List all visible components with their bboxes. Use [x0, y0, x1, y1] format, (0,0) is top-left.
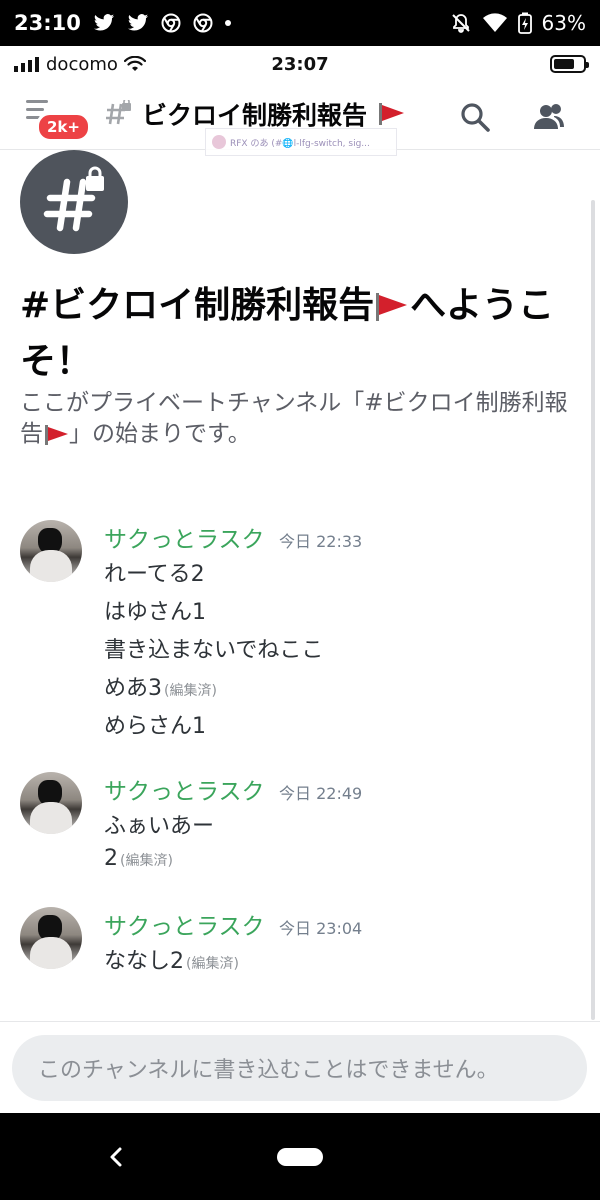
- channel-title[interactable]: ビクロイ制勝利報告: [104, 96, 405, 132]
- mute-bell-icon: [451, 14, 470, 33]
- ios-status-bar: docomo 23:07: [0, 46, 600, 82]
- wifi-icon: [482, 13, 507, 32]
- avatar[interactable]: [20, 772, 82, 834]
- message-group: サクっとラスク 今日 23:04 ななし2 (編集済): [0, 907, 600, 977]
- back-icon[interactable]: [104, 1145, 128, 1169]
- avatar[interactable]: [20, 907, 82, 969]
- edited-label: (編集済): [120, 853, 173, 869]
- author-name[interactable]: サクっとラスク: [104, 772, 265, 806]
- message-line[interactable]: めあ3 (編集済): [104, 670, 217, 702]
- wifi-icon: [123, 56, 146, 71]
- android-time: 23:10: [14, 11, 81, 35]
- message-text: ななし2: [104, 949, 184, 974]
- hash-lock-icon: [106, 100, 131, 125]
- welcome-title: #ビクロイ制勝利報告 へようこそ！: [20, 278, 580, 390]
- author-name[interactable]: サクっとラスク: [104, 907, 265, 941]
- twitter-icon: [127, 14, 148, 31]
- flag-icon: [374, 293, 410, 321]
- message-line[interactable]: はゆさん1: [104, 594, 206, 626]
- carrier-name: docomo: [46, 53, 118, 75]
- message-text: めあ3: [104, 676, 162, 701]
- twitter-icon: [93, 14, 114, 31]
- notification-dot-icon: [224, 20, 231, 26]
- chrome-icon: [161, 13, 181, 33]
- scrollbar[interactable]: [591, 200, 595, 1020]
- home-button[interactable]: [277, 1148, 323, 1166]
- message-line[interactable]: ななし2 (編集済): [104, 943, 239, 975]
- message-text: はゆさん1: [104, 600, 206, 625]
- overlay-avatar: [212, 135, 226, 149]
- message-line[interactable]: めらさん1: [104, 708, 206, 740]
- overlay-text: RFX のあ (#🌐l-lfg-switch, sig...: [230, 138, 370, 149]
- edited-label: (編集済): [164, 683, 217, 699]
- flag-icon: [43, 424, 69, 445]
- battery-charging-icon: [517, 12, 532, 34]
- members-icon[interactable]: [532, 100, 566, 134]
- welcome-title-a: #ビクロイ制勝利報告: [20, 285, 375, 326]
- message-group: サクっとラスク 今日 22:33 れーてる2 はゆさん1 書き込まないでねここ …: [0, 520, 600, 740]
- avatar[interactable]: [20, 520, 82, 582]
- channel-hash-lock-icon: [20, 150, 128, 254]
- signal-icon: [14, 57, 39, 72]
- welcome-subtitle: ここがプライベートチャンネル「#ビクロイ制勝利報告 」の始まりです。: [20, 388, 580, 450]
- message-text: めらさん1: [104, 714, 206, 739]
- message-list: #ビクロイ制勝利報告 へようこそ！ ここがプライベートチャンネル「#ビクロイ制勝利…: [0, 150, 600, 1020]
- battery-icon: [550, 55, 589, 73]
- message-text: れーてる2: [104, 562, 205, 587]
- hash-lock-icon: [43, 166, 104, 232]
- message-text: 2: [104, 846, 118, 871]
- message-line[interactable]: れーてる2: [104, 556, 205, 588]
- message-input-disabled[interactable]: このチャンネルに書き込むことはできません。: [12, 1035, 587, 1101]
- input-placeholder: このチャンネルに書き込むことはできません。: [38, 1058, 499, 1083]
- android-nav-bar: [0, 1113, 600, 1200]
- edited-label: (編集済): [186, 956, 239, 972]
- author-name[interactable]: サクっとラスク: [104, 520, 265, 554]
- divider: [0, 1021, 600, 1022]
- battery-percent: 63%: [541, 11, 586, 35]
- android-status-bar: 23:10 63%: [0, 0, 600, 46]
- timestamp: 今日 22:33: [279, 532, 363, 551]
- timestamp: 今日 23:04: [279, 919, 363, 938]
- message-text: ふぁいあー: [104, 814, 215, 839]
- search-icon[interactable]: [458, 100, 492, 134]
- chrome-icon: [193, 13, 213, 33]
- message-line[interactable]: 2 (編集済): [104, 846, 173, 871]
- message-line[interactable]: 書き込まないでねここ: [104, 632, 323, 664]
- message-group: サクっとラスク 今日 22:49 ふぁいあー 2 (編集済): [0, 772, 600, 872]
- timestamp: 今日 22:49: [279, 784, 363, 803]
- welcome-sub-b: 」の始まりです。: [69, 421, 251, 447]
- unread-badge: 2k+: [36, 112, 91, 142]
- channel-name: ビクロイ制勝利報告: [142, 101, 368, 130]
- message-line[interactable]: ふぁいあー: [104, 808, 214, 840]
- message-text: 書き込まないでねここ: [104, 638, 324, 663]
- flag-icon: [377, 103, 405, 125]
